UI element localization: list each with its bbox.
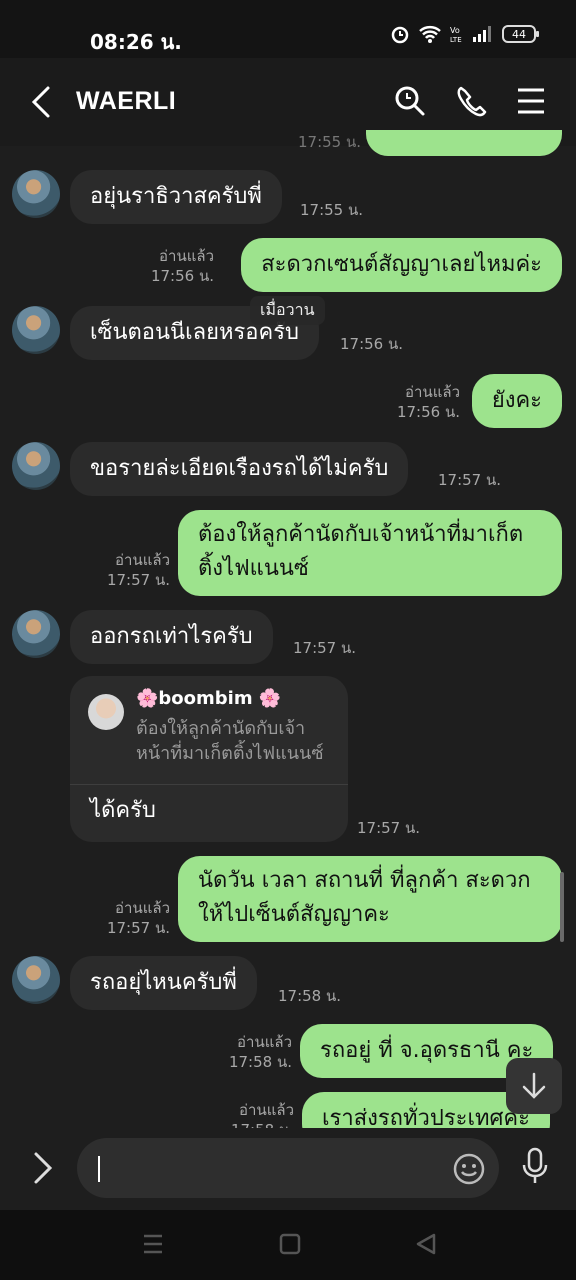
message-bubble-incoming[interactable]: รถอยุ่ไหนครับพี่: [70, 956, 257, 1010]
text-cursor: [98, 1156, 100, 1182]
contact-avatar[interactable]: [12, 442, 60, 490]
message-time-partial: 17:55 น.: [298, 133, 362, 151]
svg-text:Vo: Vo: [450, 26, 460, 35]
battery-level: 44: [512, 27, 526, 41]
message-time: 17:55 น.: [300, 201, 364, 219]
system-navigation-bar: [0, 1210, 576, 1280]
message-time: 17:57 น.: [293, 639, 357, 657]
message-time: 17:58 น.: [278, 987, 342, 1005]
contact-avatar[interactable]: [12, 956, 60, 1004]
contact-avatar[interactable]: [12, 170, 60, 218]
message-bubble-outgoing[interactable]: ต้องให้ลูกค้านัดกับเจ้าหน้าที่มาเก็ต ติ้…: [178, 510, 562, 596]
reply-text: ได้ครับ: [90, 798, 156, 823]
quoted-sender-avatar: [88, 694, 124, 730]
reply-message-bubble[interactable]: 🌸boombim 🌸 ต้องให้ลูกค้านัดกับเจ้าหน้าที…: [70, 676, 348, 842]
message-list[interactable]: 17:55 น. อยุ่นราธิวาสครับพี่ 17:55 น. อ่…: [0, 130, 576, 1130]
date-tooltip: เมื่อวาน: [250, 296, 325, 325]
contact-avatar[interactable]: [12, 610, 60, 658]
message-time: 17:57 น.: [106, 919, 170, 937]
message-time: 17:57 น.: [357, 819, 421, 837]
scrollbar[interactable]: [560, 872, 564, 942]
recent-apps-icon[interactable]: [142, 1232, 164, 1256]
emoji-icon[interactable]: [452, 1152, 486, 1186]
volte-icon: VoLTE: [450, 26, 462, 44]
signal-icon: [473, 26, 491, 42]
message-time: 17:57 น.: [106, 571, 170, 589]
read-receipt: อ่านแล้ว: [159, 247, 214, 265]
status-icons: Vo LTE 44: [390, 24, 539, 44]
back-icon[interactable]: [414, 1232, 438, 1256]
message-input[interactable]: [77, 1138, 499, 1198]
quoted-sender-name: 🌸boombim 🌸: [136, 688, 282, 709]
message-bubble-outgoing[interactable]: สะดวกเซนต์สัญญาเลยไหมค่ะ: [241, 238, 562, 292]
message-time: 17:56 น.: [150, 267, 214, 285]
message-line: นัดวัน เวลา สถานที่ ที่ลูกค้า สะดวก: [198, 868, 531, 893]
search-icon[interactable]: [394, 84, 426, 118]
message-bubble-outgoing[interactable]: นัดวัน เวลา สถานที่ ที่ลูกค้า สะดวก ให้ไ…: [178, 856, 562, 942]
message-line: ต้องให้ลูกค้านัดกับเจ้าหน้าที่มาเก็ต: [198, 522, 524, 547]
home-icon[interactable]: [278, 1232, 302, 1256]
status-time: 08:26 น.: [90, 30, 182, 54]
message-line: ให้ไปเซ็นต์สัญญาคะ: [198, 902, 390, 927]
contact-avatar[interactable]: [12, 306, 60, 354]
contact-name[interactable]: WAERLI: [76, 87, 176, 116]
battery-icon: 44: [502, 25, 539, 43]
quote-divider: [70, 784, 348, 785]
message-bubble-incoming[interactable]: ขอรายล่ะเอียดเรืองรถได้ไม่ครับ: [70, 442, 409, 496]
call-icon[interactable]: [455, 84, 487, 118]
read-receipt: อ่านแล้ว: [115, 551, 170, 569]
message-time: 17:56 น.: [396, 403, 460, 421]
message-bubble-incoming[interactable]: อยุ่นราธิวาสครับพี่: [70, 170, 282, 224]
message-line: ติ้งไฟแนนซ์: [198, 556, 309, 581]
microphone-icon[interactable]: [520, 1146, 550, 1186]
message-time: 17:58 น.: [228, 1053, 292, 1071]
message-input-bar: [0, 1128, 576, 1210]
menu-icon[interactable]: [516, 84, 546, 118]
message-time: 17:57 น.: [438, 471, 502, 489]
message-bubble-outgoing[interactable]: ยังคะ: [471, 374, 562, 428]
back-arrow-icon[interactable]: [26, 84, 56, 120]
message-bubble-incoming[interactable]: ออกรถเท่าไรครับ: [70, 610, 273, 664]
quoted-text[interactable]: ต้องให้ลูกค้านัดกับเจ้าหน้าที่มาเก็ตติ้ง…: [136, 716, 341, 766]
message-time: 17:56 น.: [340, 335, 404, 353]
wifi-icon: [419, 26, 441, 43]
arrow-down-icon: [522, 1072, 546, 1099]
svg-text:LTE: LTE: [450, 36, 462, 44]
read-receipt: อ่านแล้ว: [237, 1033, 292, 1051]
read-receipt: อ่านแล้ว: [239, 1101, 294, 1119]
status-bar: 08:26 น. Vo LTE 44: [0, 0, 576, 58]
read-receipt: อ่านแล้ว: [405, 383, 460, 401]
scroll-to-bottom-button[interactable]: [506, 1058, 562, 1114]
chevron-right-icon[interactable]: [32, 1150, 54, 1186]
message-bubble-partial[interactable]: [366, 130, 562, 156]
alarm-icon: [391, 26, 409, 44]
read-receipt: อ่านแล้ว: [115, 899, 170, 917]
